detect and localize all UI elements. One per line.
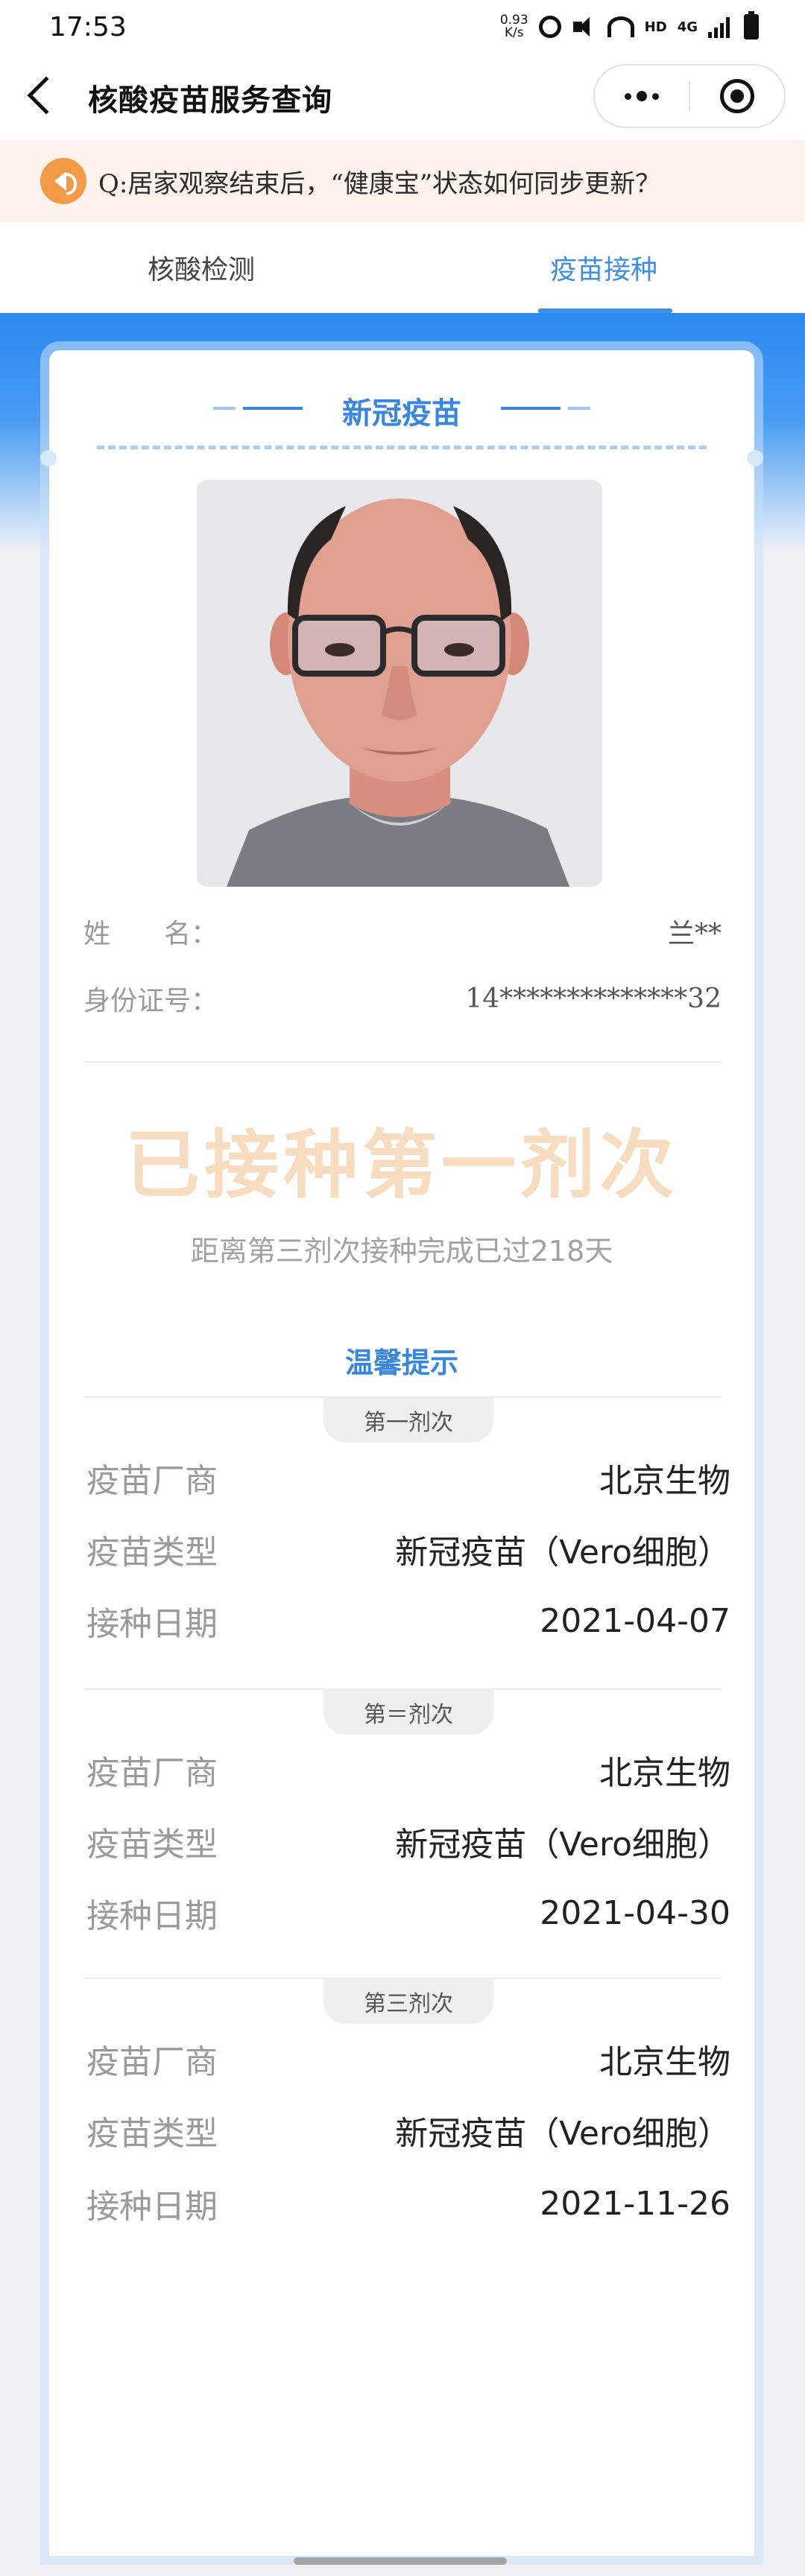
status-bar: 17:53 0.93 K/s HD 4G (0, 0, 805, 54)
home-indicator[interactable] (294, 2557, 507, 2565)
signal-icon (708, 16, 733, 38)
dose-label: 疫苗类型 (86, 1534, 218, 1572)
id-value: 14**************32 (465, 983, 722, 1014)
network-type-label: 4G (677, 19, 698, 35)
dose-label: 疫苗厂商 (86, 2043, 218, 2081)
notice-bar[interactable]: Q:居家观察结束后，“健康宝”状态如何同步更新？ (0, 140, 805, 222)
dose-row: 疫苗类型 新冠疫苗（Vero细胞） (86, 2106, 730, 2155)
card-notch-left (40, 450, 57, 466)
dose-badge: 第一剂次 (323, 1398, 493, 1443)
mini-program-capsule (593, 64, 786, 128)
dose-value: 新冠疫苗（Vero细胞） (395, 1534, 730, 1572)
dashed-divider (97, 446, 707, 449)
dose-row: 疫苗类型 新冠疫苗（Vero细胞） (86, 1525, 730, 1574)
network-speed: 0.93 K/s (500, 14, 528, 39)
tab-vaccination[interactable]: 疫苗接种 (402, 222, 805, 313)
dose-value: 北京生物 (599, 1754, 730, 1792)
dose-badge: 第三剂次 (323, 1979, 493, 2024)
card-title: 新冠疫苗 (342, 396, 461, 431)
alarm-icon (538, 16, 561, 38)
name-value: 兰** (667, 919, 722, 949)
dose-value: 新冠疫苗（Vero细胞） (395, 2115, 730, 2153)
more-dots-icon[interactable] (595, 64, 689, 128)
dose-row: 疫苗厂商 北京生物 (86, 1453, 730, 1502)
mute-icon (572, 16, 597, 38)
tips-title[interactable]: 温馨提示 (49, 1340, 754, 1381)
battery-icon (744, 11, 759, 39)
person-photo (197, 480, 602, 887)
card-header: 新冠疫苗 (49, 350, 754, 440)
dose-label: 疫苗类型 (86, 1826, 218, 1864)
speaker-icon (40, 158, 86, 204)
info-divider (83, 1061, 722, 1063)
dose-label: 接种日期 (86, 1605, 218, 1643)
hd-label: HD (644, 19, 667, 35)
dose-label: 疫苗厂商 (86, 1462, 218, 1500)
id-label: 身份证号： (83, 986, 218, 1016)
target-icon[interactable] (690, 64, 784, 128)
dose-row: 接种日期 2021-04-07 (86, 1596, 730, 1645)
dose-value: 新冠疫苗（Vero细胞） (395, 1826, 730, 1864)
notice-text[interactable]: Q:居家观察结束后，“健康宝”状态如何同步更新？ (98, 163, 660, 200)
days-since-text: 距离第三剂次接种完成已过218天 (190, 1235, 613, 1268)
name-label: 姓 名： (83, 919, 218, 949)
dose-value: 2021-11-26 (540, 2184, 730, 2223)
dose-label: 接种日期 (86, 2188, 218, 2226)
status-time: 17:53 (49, 11, 127, 42)
dose-value: 北京生物 (599, 2043, 730, 2081)
dose-label: 疫苗厂商 (86, 1754, 218, 1792)
dose-label: 疫苗类型 (86, 2115, 218, 2153)
tab-bar: 核酸检测 疫苗接种 (0, 222, 805, 313)
vaccine-card: 新冠疫苗 姓 名： 兰** 身份证号： 14**************32 已… (40, 350, 763, 2556)
wifi-icon (607, 16, 634, 37)
dose-value: 北京生物 (599, 1462, 730, 1500)
vaccination-status: 已接种第一剂次 (125, 1121, 678, 1209)
nav-bar: 核酸疫苗服务查询 (0, 54, 805, 140)
dose-row: 接种日期 2021-04-30 (86, 1888, 730, 1937)
tab-nucleic-test[interactable]: 核酸检测 (0, 222, 402, 313)
dose-row: 疫苗厂商 北京生物 (86, 2034, 730, 2083)
page-title: 核酸疫苗服务查询 (88, 83, 332, 118)
dose-value: 2021-04-30 (540, 1893, 730, 1932)
id-row: 身份证号： 14**************32 (83, 976, 722, 1021)
card-notch-right (747, 450, 763, 466)
dose-row: 接种日期 2021-11-26 (86, 2179, 730, 2228)
dose-badge: 第＝剂次 (323, 1690, 493, 1735)
network-speed-unit: K/s (504, 25, 524, 40)
name-row: 姓 名： 兰** (83, 909, 722, 954)
dose-label: 接种日期 (86, 1897, 218, 1935)
dose-row: 疫苗类型 新冠疫苗（Vero细胞） (86, 1817, 730, 1866)
dose-value: 2021-04-07 (540, 1601, 730, 1640)
back-arrow-icon[interactable] (27, 76, 66, 115)
dose-row: 疫苗厂商 北京生物 (86, 1745, 730, 1794)
status-icons: 0.93 K/s HD 4G (500, 11, 759, 39)
